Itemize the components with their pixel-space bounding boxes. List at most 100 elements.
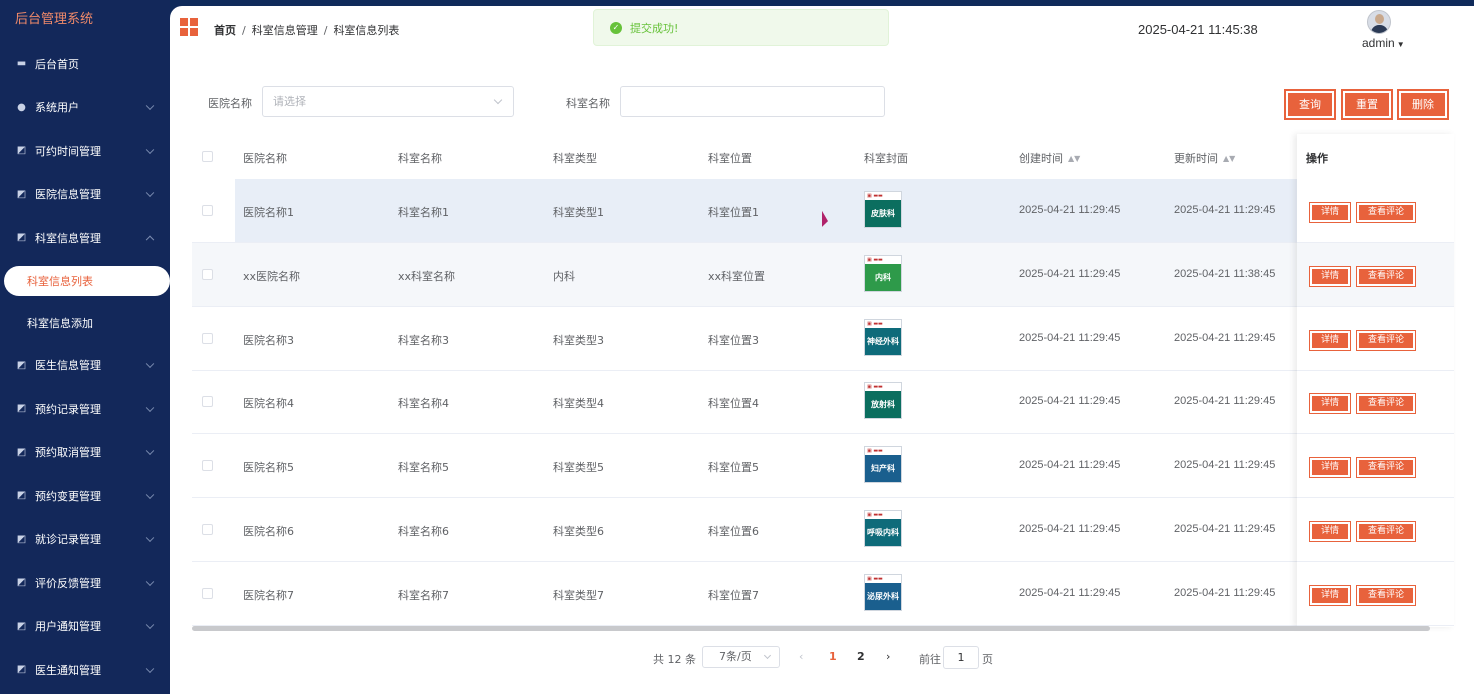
cover-hospital-mark: ▣ ▬▬ — [865, 192, 901, 200]
breadcrumb-separator: / — [242, 24, 246, 37]
sidebar-subitem[interactable]: 科室信息列表 — [4, 265, 170, 296]
success-toast: ✓ 提交成功! — [593, 9, 889, 46]
col-created[interactable]: 创建时间 ▲▼ — [1019, 150, 1080, 166]
detail-button[interactable]: 详情 — [1309, 329, 1351, 351]
pagination: 共 12 条 7条/页 ‹ 1 2 › 前往 1 页 — [170, 646, 1474, 670]
chevron-down-icon — [145, 446, 155, 456]
sidebar-item[interactable]: ◩ 预约取消管理 — [0, 431, 170, 475]
chevron-down-icon — [763, 651, 772, 660]
breadcrumb-section[interactable]: 科室信息管理 — [252, 24, 318, 37]
user-menu[interactable]: admin ▼ — [1362, 36, 1405, 50]
menu-toggle-icon[interactable] — [180, 18, 198, 36]
view-comments-button[interactable]: 查看评论 — [1356, 457, 1416, 479]
reset-button[interactable]: 重置 — [1341, 89, 1393, 120]
detail-button[interactable]: 详情 — [1309, 265, 1351, 287]
table-row[interactable]: 医院名称4 科室名称4 科室类型4 科室位置4 ▣ ▬▬ 放射科 2025-04-21 11… — [192, 370, 1454, 435]
chart-icon: ◩ — [16, 446, 27, 458]
row-checkbox[interactable] — [202, 205, 213, 216]
sidebar-item-label: 预约记录管理 — [35, 402, 101, 416]
monitor-icon: ▬ — [16, 58, 27, 70]
sort-icon[interactable]: ▲▼ — [1223, 154, 1235, 163]
avatar[interactable] — [1367, 10, 1391, 34]
cover-image[interactable]: ▣ ▬▬ 神经外科 — [864, 318, 902, 356]
select-all-checkbox[interactable] — [202, 151, 213, 162]
filter-bar: 医院名称 请选择 科室名称 查询 重置 删除 — [170, 86, 1474, 120]
sidebar-item[interactable]: ◩ 医生通知管理 — [0, 648, 170, 692]
cover-image[interactable]: ▣ ▬▬ 妇产科 — [864, 446, 902, 484]
detail-button[interactable]: 详情 — [1309, 457, 1351, 479]
table-header: 医院名称 科室名称 科室类型 科室位置 科室封面 创建时间 ▲▼ 更新时间 ▲▼ — [192, 134, 1454, 179]
sidebar-item[interactable]: ● 系统用户 — [0, 86, 170, 130]
goto-page-input[interactable]: 1 — [943, 646, 979, 669]
view-comments-button[interactable]: 查看评论 — [1356, 393, 1416, 415]
caret-down-icon: ▼ — [1396, 40, 1405, 49]
hospital-select[interactable]: 请选择 — [262, 86, 514, 117]
cell-location: 科室位置1 — [708, 206, 759, 219]
sidebar-item[interactable]: ◩ 就诊记录管理 — [0, 518, 170, 562]
detail-button[interactable]: 详情 — [1309, 521, 1351, 542]
cell-type: 科室类型4 — [553, 397, 604, 411]
cover-image[interactable]: ▣ ▬▬ 呼吸内科 — [864, 510, 902, 547]
detail-button[interactable]: 详情 — [1309, 202, 1351, 223]
chart-icon: ◩ — [16, 490, 27, 502]
query-button[interactable]: 查询 — [1284, 89, 1336, 120]
table-row[interactable]: 医院名称7 科室名称7 科室类型7 科室位置7 ▣ ▬▬ 泌尿外科 2025-04-21 1… — [192, 562, 1454, 626]
table-row[interactable]: 医院名称6 科室名称6 科室类型6 科室位置6 ▣ ▬▬ 呼吸内科 2025-04-21 1… — [192, 498, 1454, 562]
page-1[interactable]: 1 — [829, 650, 837, 663]
cover-image[interactable]: ▣ ▬▬ 内科 — [864, 254, 902, 292]
cell-dept: 科室名称3 — [398, 333, 449, 347]
next-page-icon[interactable]: › — [886, 650, 890, 663]
cover-image[interactable]: ▣ ▬▬ 放射科 — [864, 382, 902, 420]
view-comments-button[interactable]: 查看评论 — [1356, 202, 1416, 223]
sidebar-item[interactable]: ◩ 用户通知管理 — [0, 605, 170, 649]
sidebar-item[interactable]: ◩ 可约时间管理 — [0, 129, 170, 173]
view-comments-button[interactable]: 查看评论 — [1356, 521, 1416, 542]
col-updated[interactable]: 更新时间 ▲▼ — [1174, 150, 1235, 166]
dept-name-input[interactable] — [620, 86, 885, 117]
view-comments-button[interactable]: 查看评论 — [1356, 584, 1416, 606]
view-comments-button[interactable]: 查看评论 — [1356, 265, 1416, 287]
sidebar-item[interactable]: ▬ 后台首页 — [0, 42, 170, 86]
sidebar-item[interactable]: ◩ 科室信息管理 — [0, 216, 170, 260]
sidebar-item-label: 预约变更管理 — [35, 489, 101, 503]
prev-page-icon[interactable]: ‹ — [799, 650, 803, 663]
row-checkbox[interactable] — [202, 268, 213, 280]
table-row[interactable]: xx医院名称 xx科室名称 内科 xx科室位置 ▣ ▬▬ 内科 2025-04-21 11:… — [192, 242, 1454, 307]
row-checkbox[interactable] — [202, 524, 213, 535]
cell-created: 2025-04-21 11:29:45 — [1019, 395, 1121, 408]
table-row[interactable]: 医院名称3 科室名称3 科室类型3 科室位置3 ▣ ▬▬ 神经外科 2025-04-21 1… — [192, 307, 1454, 371]
horizontal-scrollbar[interactable] — [192, 626, 1430, 631]
table-row[interactable]: 医院名称5 科室名称5 科室类型5 科室位置5 ▣ ▬▬ 妇产科 2025-04-21 11… — [192, 434, 1454, 499]
row-checkbox[interactable] — [202, 460, 213, 472]
chart-icon: ◩ — [16, 664, 27, 676]
sidebar-item[interactable]: ◩ 医生信息管理 — [0, 344, 170, 388]
sidebar-item[interactable]: ◩ 评价反馈管理 — [0, 561, 170, 605]
detail-button[interactable]: 详情 — [1309, 584, 1351, 606]
cell-type: 科室类型1 — [553, 206, 604, 219]
sidebar-item[interactable]: ◩ 预约记录管理 — [0, 387, 170, 431]
chart-icon: ◩ — [16, 403, 27, 415]
sidebar-item[interactable]: ◩ 预约变更管理 — [0, 474, 170, 518]
delete-button[interactable]: 删除 — [1397, 89, 1449, 120]
cover-image[interactable]: ▣ ▬▬ 皮肤科 — [864, 191, 902, 228]
sidebar-item-label: 可约时间管理 — [35, 144, 101, 158]
current-datetime: 2025-04-21 11:45:38 — [1138, 22, 1258, 37]
page-2[interactable]: 2 — [857, 650, 865, 663]
chart-icon: ◩ — [16, 359, 27, 371]
sidebar-subitem-label: 科室信息列表 — [27, 274, 93, 288]
sidebar-item[interactable]: ◩ 医院信息管理 — [0, 173, 170, 217]
row-checkbox[interactable] — [202, 587, 213, 599]
actions-cell: 详情 查看评论 — [1297, 370, 1454, 435]
cell-updated: 2025-04-21 11:29:45 — [1174, 523, 1276, 535]
row-checkbox[interactable] — [202, 396, 213, 408]
sidebar-subitem-label: 科室信息添加 — [27, 316, 93, 330]
cover-image[interactable]: ▣ ▬▬ 泌尿外科 — [864, 573, 902, 611]
row-checkbox[interactable] — [202, 332, 213, 344]
sort-icon[interactable]: ▲▼ — [1068, 154, 1080, 163]
sidebar-subitem[interactable]: 科室信息添加 — [0, 302, 170, 344]
breadcrumb-home[interactable]: 首页 — [214, 24, 236, 37]
detail-button[interactable]: 详情 — [1309, 393, 1351, 415]
page-size-select[interactable]: 7条/页 — [702, 646, 780, 668]
view-comments-button[interactable]: 查看评论 — [1356, 329, 1416, 351]
sidebar-item-label: 系统用户 — [35, 101, 79, 115]
